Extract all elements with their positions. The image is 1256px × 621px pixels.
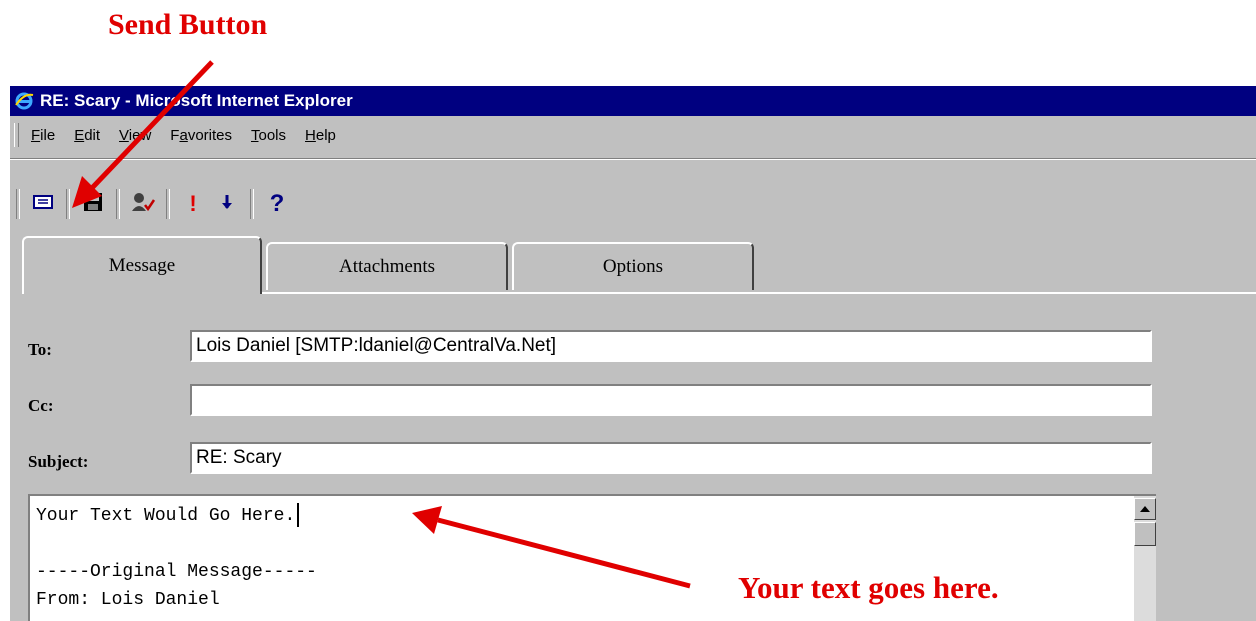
to-field[interactable]: Lois Daniel [SMTP:ldaniel@CentralVa.Net] (190, 330, 1152, 362)
menu-tools[interactable]: Tools (251, 127, 286, 144)
text-goes-here-annotation: Your text goes here. (738, 570, 999, 605)
save-icon (83, 192, 103, 217)
scroll-up-arrow-icon (1140, 504, 1150, 515)
window-title: RE: Scary - Microsoft Internet Explorer (40, 91, 353, 110)
subject-field[interactable]: RE: Scary (190, 442, 1152, 474)
menu-edit[interactable]: Edit (74, 127, 100, 144)
low-importance-button[interactable] (210, 188, 244, 220)
to-label: To: (28, 340, 52, 359)
check-names-button[interactable] (126, 188, 160, 220)
check-names-icon (130, 191, 156, 218)
toolbar-separator (116, 189, 120, 219)
message-body-text: Your Text Would Go Here. -----Original M… (36, 502, 317, 614)
send-button[interactable] (26, 188, 60, 220)
menu-help[interactable]: Help (305, 127, 336, 144)
menu-bar: File Edit View Favorites Tools Help (10, 118, 1256, 152)
save-button[interactable] (76, 188, 110, 220)
toolbar-separator (66, 189, 70, 219)
email-window: RE: Scary - Microsoft Internet Explorer … (10, 86, 1256, 621)
cc-label: Cc: (28, 396, 54, 415)
help-button[interactable]: ? (260, 188, 294, 220)
toolbar-separator (16, 189, 20, 219)
send-icon (33, 194, 53, 215)
toolbar-separator (250, 189, 254, 219)
send-button-annotation: Send Button (108, 8, 268, 41)
tab-attachments[interactable]: Attachments (266, 242, 508, 290)
internet-explorer-icon (14, 91, 34, 111)
subject-label: Subject: (28, 452, 89, 471)
toolbar: ! ? (10, 186, 294, 222)
help-icon: ? (269, 190, 285, 217)
vertical-scrollbar[interactable] (1134, 496, 1156, 621)
toolbar-separator (166, 189, 170, 219)
menu-view[interactable]: View (119, 127, 151, 144)
tab-message[interactable]: Message (22, 236, 262, 294)
tab-options-label: Options (602, 256, 664, 277)
title-bar: RE: Scary - Microsoft Internet Explorer (10, 86, 1256, 116)
menu-favorites[interactable]: Favorites (170, 127, 232, 144)
cc-field[interactable] (190, 384, 1152, 416)
menu-separator (10, 158, 1256, 160)
high-importance-icon: ! (189, 191, 197, 216)
tab-options[interactable]: Options (512, 242, 754, 290)
tab-attachments-label: Attachments (338, 256, 436, 277)
body-line-1: Your Text Would Go Here. (36, 506, 296, 526)
scroll-thumb[interactable] (1134, 522, 1156, 546)
low-importance-icon (220, 193, 234, 216)
body-line-3: -----Original Message----- (36, 562, 317, 582)
body-line-4: From: Lois Daniel (36, 590, 220, 610)
high-importance-button[interactable]: ! (176, 188, 210, 220)
tab-message-label: Message (108, 255, 176, 276)
menu-file[interactable]: File (31, 127, 55, 144)
menu-grip (14, 123, 19, 147)
scroll-up-button[interactable] (1134, 498, 1156, 520)
text-caret (297, 503, 300, 528)
